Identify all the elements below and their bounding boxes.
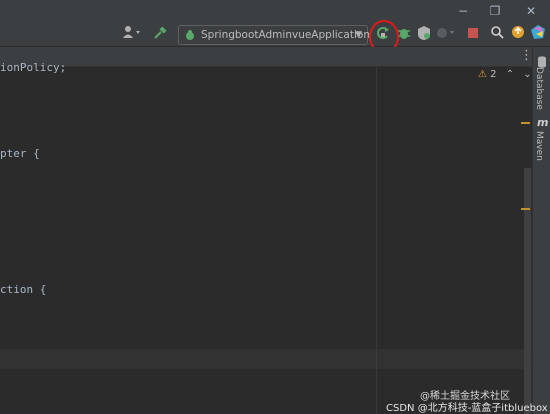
build-hammer-icon[interactable] bbox=[151, 25, 169, 43]
vertical-scrollbar[interactable] bbox=[524, 168, 531, 414]
coverage-icon[interactable] bbox=[416, 25, 432, 43]
inspection-count: 2 bbox=[490, 69, 497, 80]
editor-tab-bar: ⋮ bbox=[0, 47, 533, 67]
inspection-widget[interactable]: ⚠ 2 ⌃ ⌄ bbox=[478, 69, 532, 80]
chevron-down-icon[interactable]: ⌄ bbox=[523, 69, 531, 80]
watermark-text-2: CSDN @北方科技-蓝盒子itbluebox bbox=[386, 403, 548, 414]
user-icon[interactable] bbox=[120, 25, 144, 43]
maven-tool-tab[interactable]: Maven bbox=[534, 131, 544, 161]
maven-icon: m bbox=[537, 116, 549, 129]
profiler-icon[interactable] bbox=[434, 25, 456, 43]
spring-run-config-icon bbox=[184, 26, 196, 44]
title-bar: − ❐ ✕ bbox=[0, 0, 550, 22]
code-line: ction { bbox=[0, 283, 47, 296]
watermark: CSDN @北方科技-蓝盒子itbluebox bbox=[386, 399, 548, 414]
restore-button[interactable]: ❐ bbox=[480, 0, 510, 22]
search-icon[interactable] bbox=[488, 25, 506, 43]
chevron-up-icon[interactable]: ⌃ bbox=[506, 69, 514, 80]
code-line: ionPolicy; bbox=[0, 61, 67, 74]
update-icon[interactable] bbox=[510, 25, 526, 43]
warning-icon: ⚠ bbox=[478, 69, 487, 80]
warning-marker[interactable] bbox=[521, 208, 530, 210]
chevron-down-icon: ▼ bbox=[355, 30, 362, 40]
right-tool-strip: Database m Maven bbox=[532, 47, 550, 414]
right-margin-guide bbox=[376, 67, 377, 414]
run-configuration-label: SpringbootAdminvueApplication bbox=[201, 29, 370, 41]
minimize-button[interactable]: − bbox=[448, 0, 478, 22]
run-configuration-dropdown[interactable]: SpringbootAdminvueApplication ▼ bbox=[178, 25, 370, 45]
current-line-highlight bbox=[0, 349, 532, 369]
stop-icon[interactable] bbox=[466, 25, 480, 43]
ide-logo-icon[interactable] bbox=[529, 25, 547, 43]
database-tool-tab[interactable]: Database bbox=[534, 67, 544, 110]
code-line: pter { bbox=[0, 147, 40, 160]
warning-marker[interactable] bbox=[521, 122, 530, 124]
close-button[interactable]: ✕ bbox=[516, 0, 546, 22]
